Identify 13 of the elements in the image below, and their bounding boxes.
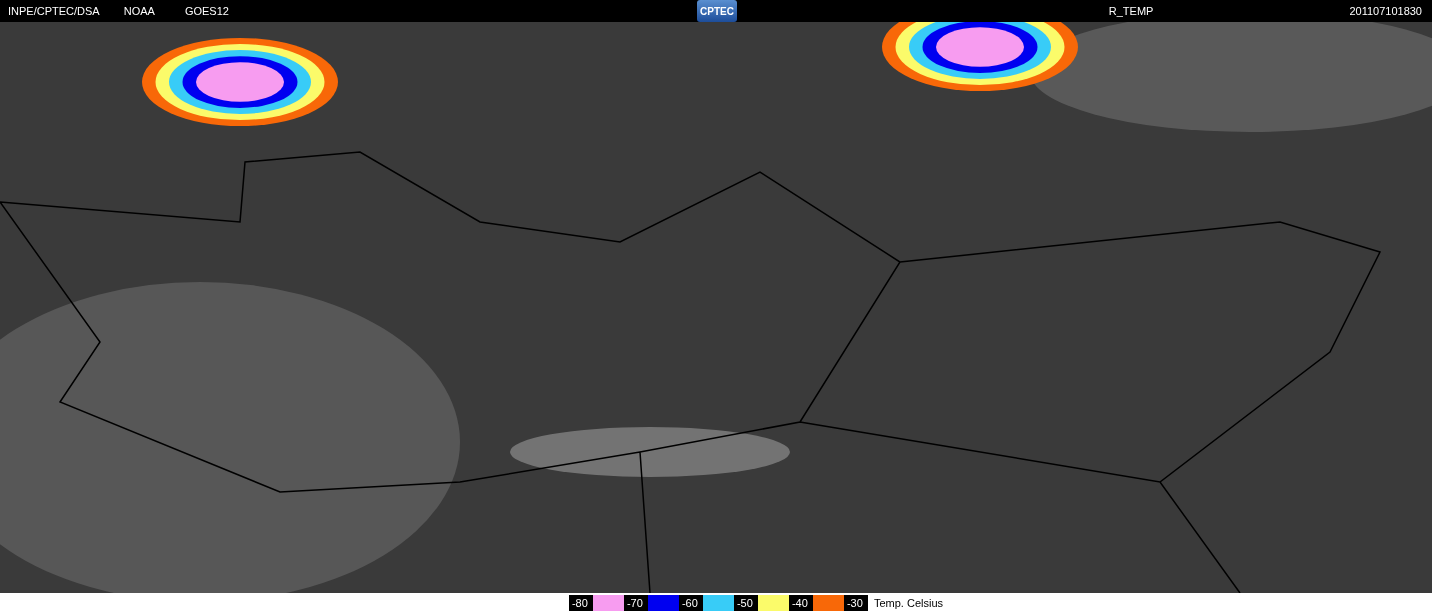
legend-value: -30 xyxy=(843,595,868,611)
source-label: INPE/CPTEC/DSA xyxy=(8,5,100,17)
legend-unit: Temp. Celsius xyxy=(873,597,944,609)
timestamp: 201107101830 xyxy=(1349,5,1422,17)
legend-value: -40 xyxy=(788,595,813,611)
logo: CPTEC xyxy=(697,0,737,22)
satellite-label: GOES12 xyxy=(184,5,229,17)
agency-label: NOAA xyxy=(123,5,155,17)
product-label: R_TEMP xyxy=(1108,5,1154,17)
legend-value: -80 xyxy=(568,595,593,611)
legend-value: -60 xyxy=(678,595,703,611)
legend-value: -70 xyxy=(623,595,648,611)
legend-value: -50 xyxy=(733,595,758,611)
